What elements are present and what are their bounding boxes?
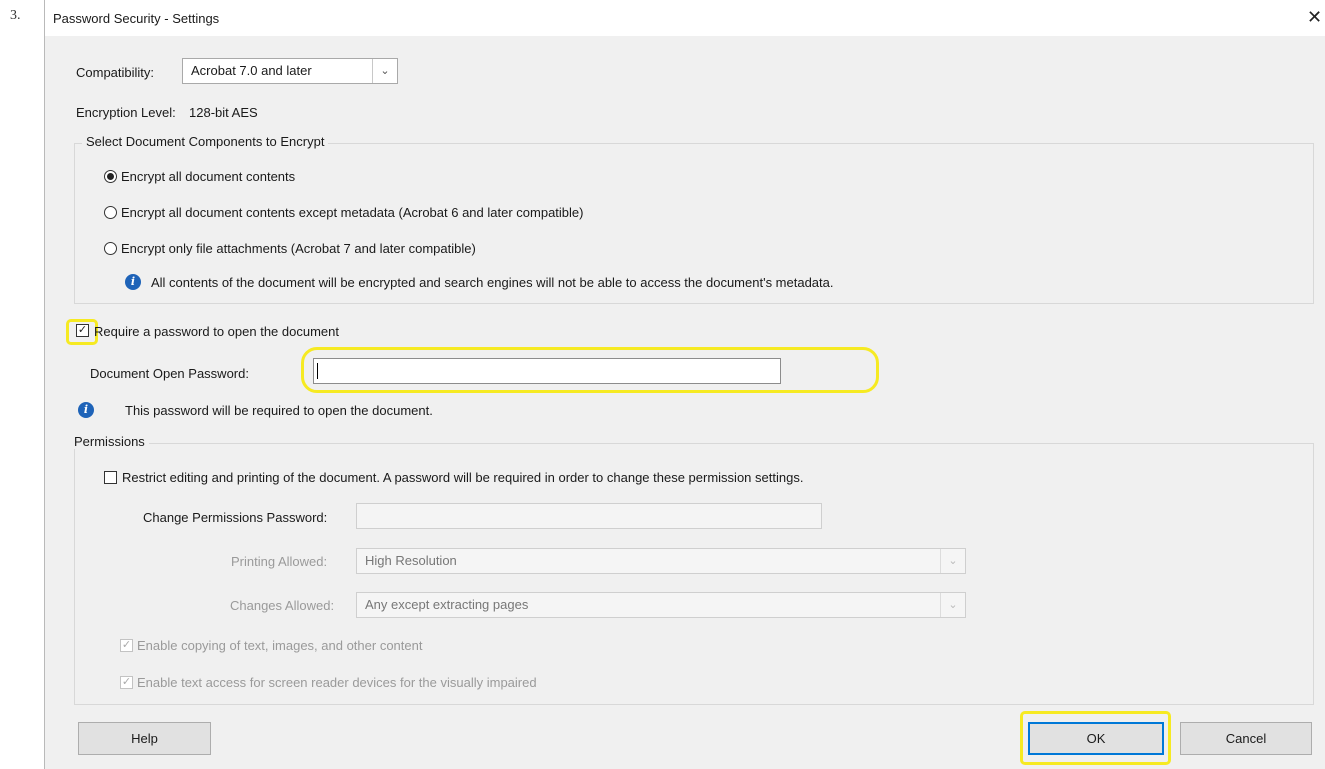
enable-screen-reader-checkbox[interactable]: ✓ — [120, 676, 133, 689]
step-marker: 3. — [10, 8, 21, 23]
components-legend: Select Document Components to Encrypt — [82, 134, 329, 149]
change-permissions-password-input[interactable] — [356, 503, 822, 529]
changes-allowed-dropdown[interactable]: Any except extracting pages ⌄ — [356, 592, 966, 618]
encryption-level-value: 128-bit AES — [189, 105, 258, 120]
compatibility-dropdown[interactable]: Acrobat 7.0 and later ⌄ — [182, 58, 398, 84]
printing-allowed-dropdown[interactable]: High Resolution ⌄ — [356, 548, 966, 574]
changes-allowed-value: Any except extracting pages — [365, 597, 529, 612]
restrict-editing-checkbox[interactable] — [104, 471, 117, 484]
help-button[interactable]: Help — [78, 722, 211, 755]
compatibility-value: Acrobat 7.0 and later — [191, 63, 312, 78]
checkmark-icon: ✓ — [121, 676, 132, 688]
radio-encrypt-attachments[interactable] — [104, 242, 117, 255]
chevron-down-icon: ⌄ — [940, 593, 965, 617]
text-caret — [317, 363, 318, 379]
checkmark-icon: ✓ — [121, 639, 132, 651]
open-password-info-text: This password will be required to open t… — [125, 403, 433, 418]
printing-allowed-value: High Resolution — [365, 553, 457, 568]
change-permissions-password-label: Change Permissions Password: — [143, 510, 328, 525]
require-password-checkbox[interactable]: ✓ — [76, 324, 89, 337]
restrict-editing-label[interactable]: Restrict editing and printing of the doc… — [122, 470, 803, 485]
changes-allowed-label: Changes Allowed: — [230, 598, 335, 613]
compatibility-label: Compatibility: — [76, 65, 155, 80]
enable-screen-reader-label[interactable]: Enable text access for screen reader dev… — [137, 675, 537, 690]
printing-allowed-label: Printing Allowed: — [231, 554, 328, 569]
info-icon: i — [125, 274, 141, 290]
dialog-title: Password Security - Settings — [53, 11, 220, 26]
chevron-down-icon: ⌄ — [940, 549, 965, 573]
require-password-label[interactable]: Require a password to open the document — [94, 324, 339, 339]
chevron-down-icon: ⌄ — [372, 59, 397, 83]
password-security-dialog: Password Security - Settings ✕ Compatibi… — [44, 0, 1325, 769]
info-icon: i — [78, 402, 94, 418]
radio-encrypt-except-metadata[interactable] — [104, 206, 117, 219]
cancel-button[interactable]: Cancel — [1180, 722, 1312, 755]
enable-copying-checkbox[interactable]: ✓ — [120, 639, 133, 652]
components-info-text: All contents of the document will be enc… — [151, 275, 834, 290]
permissions-legend: Permissions — [70, 434, 149, 449]
radio-encrypt-except-metadata-label[interactable]: Encrypt all document contents except met… — [121, 205, 583, 220]
title-bar: Password Security - Settings ✕ — [45, 0, 1325, 36]
ok-button[interactable]: OK — [1028, 722, 1164, 755]
enable-copying-label[interactable]: Enable copying of text, images, and othe… — [137, 638, 422, 653]
open-password-label: Document Open Password: — [90, 366, 249, 381]
open-password-input[interactable] — [313, 358, 781, 384]
radio-encrypt-all[interactable] — [104, 170, 117, 183]
encryption-level-label: Encryption Level: — [76, 105, 176, 120]
close-icon[interactable]: ✕ — [1307, 7, 1322, 27]
radio-encrypt-attachments-label[interactable]: Encrypt only file attachments (Acrobat 7… — [121, 241, 476, 256]
radio-encrypt-all-label[interactable]: Encrypt all document contents — [121, 169, 295, 184]
checkmark-icon: ✓ — [77, 324, 88, 336]
